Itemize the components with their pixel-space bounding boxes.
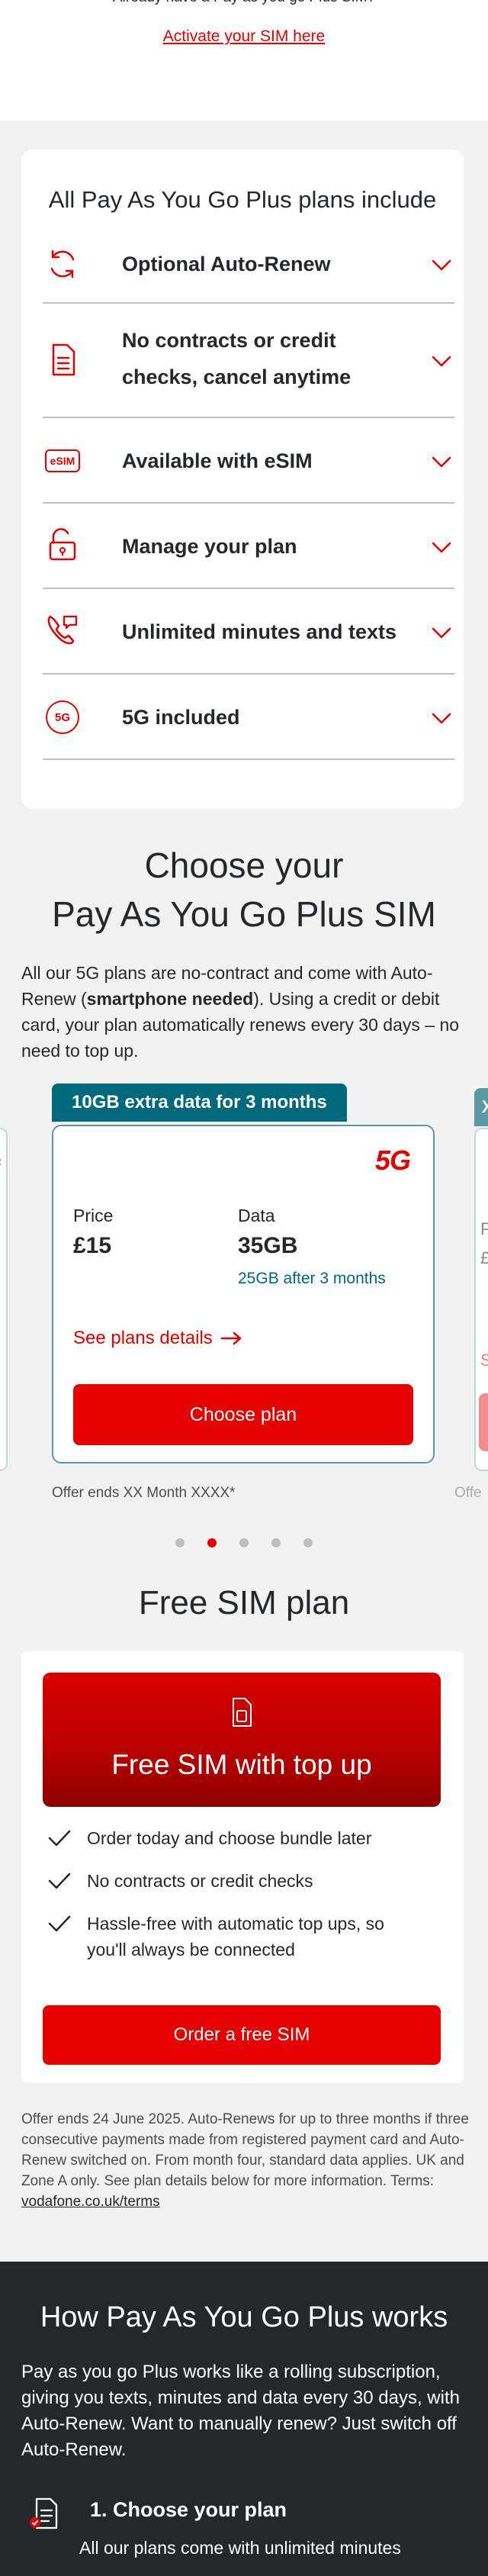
carousel-pagination: [0, 1538, 488, 1547]
refresh-icon: [44, 246, 81, 282]
accordion-manage-plan[interactable]: Manage your plan: [43, 504, 454, 589]
carousel-dot[interactable]: [303, 1538, 313, 1547]
plan-card-next[interactable]: P £ S: [474, 1128, 488, 1471]
chevron-down-icon: [432, 259, 451, 271]
unlock-icon: [44, 526, 81, 563]
price-label: Price: [73, 1206, 114, 1225]
accordion-label: Manage your plan: [122, 535, 297, 558]
accordion-5g[interactable]: 5G 5G included: [43, 675, 454, 760]
choose-heading-line1: Choose your: [144, 845, 344, 885]
terms-text: Offer ends 24 June 2025. Auto-Renews for…: [21, 2109, 471, 2212]
chevron-down-icon: [432, 627, 451, 639]
offer-ends-note: Offer ends XX Month XXXX*: [52, 1485, 236, 1501]
details-link-label: See plans details: [73, 1328, 213, 1348]
choose-description: All our 5G plans are no-contract and com…: [21, 960, 471, 1064]
details-link-partial: S: [480, 1351, 488, 1370]
terms-link[interactable]: vodafone.co.uk/terms: [21, 2194, 160, 2210]
free-sim-banner-text: Free SIM with top up: [111, 1749, 372, 1780]
accordion-label: Available with eSIM: [122, 449, 313, 472]
check-icon: [48, 1830, 71, 1847]
chevron-down-icon: [432, 713, 451, 724]
carousel-dot-active[interactable]: [207, 1538, 217, 1547]
check-icon: [48, 1915, 71, 1932]
choose-plan-button[interactable]: Choose plan: [73, 1384, 413, 1445]
5g-logo-partial: G: [0, 1152, 2, 1178]
chevron-down-icon: [432, 356, 451, 367]
see-plan-details-link[interactable]: See plans details: [73, 1328, 243, 1349]
accordion-esim[interactable]: eSIM Available with eSIM: [43, 418, 454, 504]
price-label-partial: P: [480, 1219, 488, 1238]
plan-tab-next: X: [474, 1088, 488, 1126]
choose-plan-button-partial[interactable]: [479, 1393, 488, 1451]
carousel-dot[interactable]: [239, 1538, 249, 1547]
plan-card: 5G Price £15 Data 35GB 25GB after 3 mont…: [52, 1125, 435, 1463]
order-free-sim-button[interactable]: Order a free SIM: [43, 2005, 441, 2065]
chevron-down-icon: [432, 542, 451, 553]
step-1-description: All our plans come with unlimited minute…: [79, 2538, 401, 2558]
benefit-text: Hassle-free with automatic top ups, so y…: [87, 1914, 384, 1959]
accordion-unlimited[interactable]: Unlimited minutes and texts: [43, 589, 454, 675]
existing-sim-text: Already have a Pay as you go Plus SIM?: [0, 0, 488, 6]
step-1-title: 1. Choose your plan: [90, 2498, 287, 2521]
esim-badge: eSIM: [45, 449, 80, 472]
5g-icon: 5G: [44, 699, 81, 736]
accordion-label: Unlimited minutes and texts: [122, 620, 397, 643]
accordion-label: 5G included: [122, 706, 240, 729]
price-value-partial: £: [480, 1248, 488, 1267]
plan-tab-next-label: X: [482, 1097, 488, 1116]
activate-sim-link[interactable]: Activate your SIM here: [0, 27, 488, 46]
carousel-dot[interactable]: [271, 1538, 281, 1547]
how-it-works-section: How Pay As You Go Plus works Pay as you …: [0, 2262, 488, 2576]
choose-sim-heading: Choose your Pay As You Go Plus SIM: [0, 841, 488, 939]
terms-body: Offer ends 24 June 2025. Auto-Renews for…: [21, 2111, 469, 2189]
accordion-label: Optional Auto-Renew: [122, 253, 331, 275]
document-icon: [44, 342, 81, 378]
price-value: £15: [73, 1233, 112, 1258]
phone-chat-icon: [44, 612, 81, 649]
how-it-works-description: Pay as you go Plus works like a rolling …: [21, 2362, 460, 2460]
5g-logo: 5G: [374, 1145, 411, 1176]
desc-bold: smartphone needed: [86, 989, 254, 1009]
chevron-down-icon: [432, 456, 451, 468]
free-sim-banner: Free SIM with top up: [43, 1673, 441, 1807]
free-sim-heading: Free SIM plan: [138, 1584, 350, 1621]
free-sim-card: Free SIM with top up Order today and cho…: [21, 1651, 464, 2083]
5g-badge: 5G: [46, 700, 79, 734]
plan-offer-tab: 10GB extra data for 3 months: [52, 1084, 347, 1122]
activation-band: Already have a Pay as you go Plus SIM? A…: [0, 0, 488, 121]
accordion-auto-renew[interactable]: Optional Auto-Renew: [43, 232, 454, 304]
plan-includes-card: All Pay As You Go Plus plans include Opt…: [21, 150, 464, 809]
includes-title: All Pay As You Go Plus plans include: [48, 186, 437, 213]
sim-card-icon: [233, 1698, 252, 1727]
arrow-right-icon: [220, 1331, 242, 1345]
check-icon: [48, 1872, 71, 1889]
document-check-icon: [30, 2497, 58, 2529]
accordion-no-contracts[interactable]: No contracts or credit checks, cancel an…: [43, 304, 454, 418]
carousel-dot[interactable]: [175, 1538, 185, 1547]
data-label: Data: [238, 1206, 275, 1225]
choose-heading-line2: Pay As You Go Plus SIM: [52, 894, 436, 934]
benefit-text: Order today and choose bundle later: [87, 1828, 372, 1848]
offer-ends-partial: Offe: [454, 1485, 482, 1501]
data-value: 35GB: [238, 1233, 298, 1258]
benefit-text: No contracts or credit checks: [87, 1871, 313, 1891]
how-it-works-heading: How Pay As You Go Plus works: [40, 2301, 448, 2333]
plan-card-previous[interactable]: G: [0, 1128, 8, 1471]
accordion-label: No contracts or credit checks, cancel an…: [122, 329, 352, 388]
data-after-note: 25GB after 3 months: [238, 1270, 386, 1287]
esim-icon: eSIM: [44, 443, 81, 479]
